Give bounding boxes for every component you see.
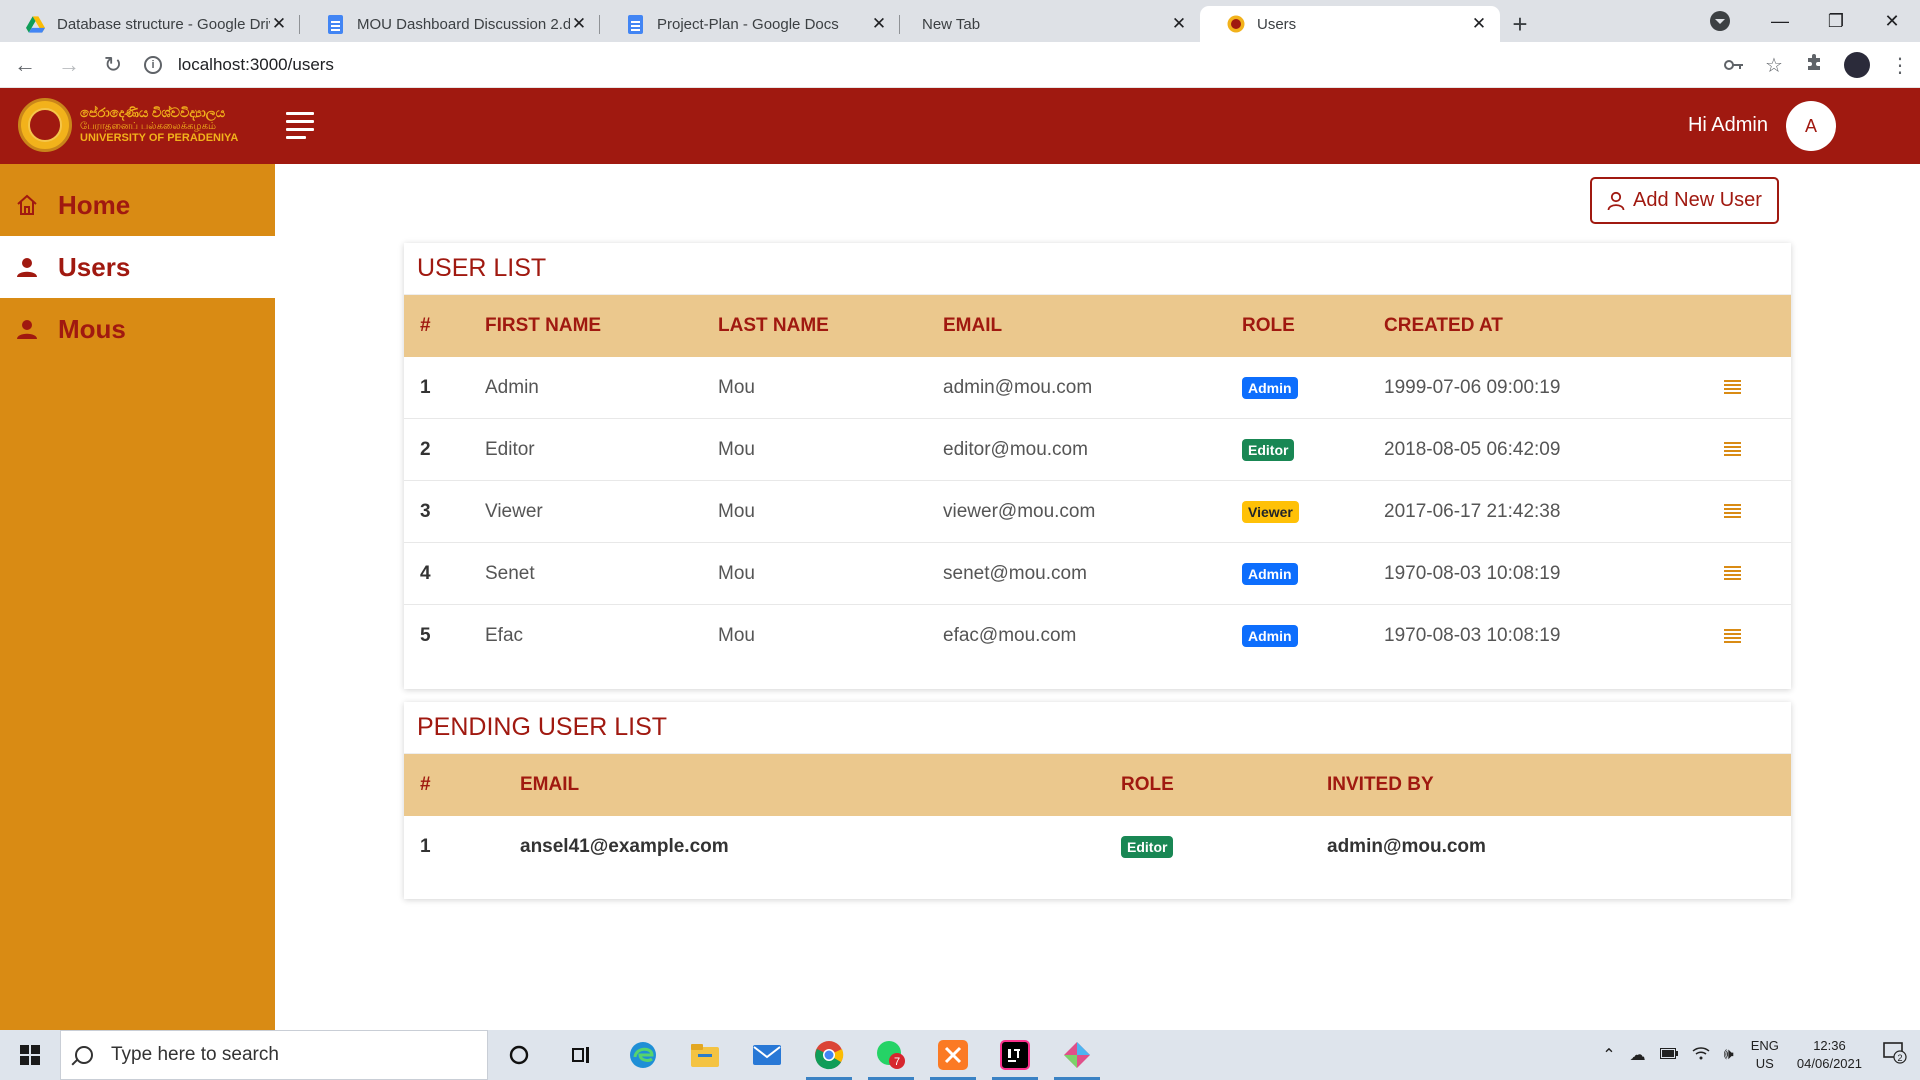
avatar[interactable]: A xyxy=(1786,101,1836,151)
restore-icon[interactable]: ❐ xyxy=(1808,11,1864,32)
whatsapp-icon[interactable]: 7 xyxy=(860,1030,922,1080)
status-badge: Admin xyxy=(1242,376,1298,399)
home-icon xyxy=(14,192,40,218)
user-greeting: Hi Admin xyxy=(1687,114,1768,136)
intellij-icon[interactable] xyxy=(984,1030,1046,1080)
back-icon[interactable]: ← xyxy=(6,46,44,84)
sidebar-item-users[interactable]: Users xyxy=(0,236,275,298)
university-favicon xyxy=(1226,15,1245,34)
table-row[interactable]: 5 Efac Mou efac@mou.com Admin 1970-08-03… xyxy=(404,605,1791,667)
user-icon xyxy=(14,254,40,280)
browser-tab[interactable]: Database structure - Google Driv ✕ xyxy=(0,6,300,42)
clock[interactable]: 12:36 04/06/2021 xyxy=(1797,1037,1862,1072)
status-badge: Editor xyxy=(1242,438,1295,461)
file-explorer-icon[interactable] xyxy=(674,1030,736,1080)
sidebar-item-home[interactable]: Home xyxy=(0,174,275,236)
table-row[interactable]: 1 ansel41@example.com Editor admin@mou.c… xyxy=(404,816,1791,878)
address-bar[interactable]: i localhost:3000/users xyxy=(144,47,1684,83)
whatsapp-badge-count: 7 xyxy=(894,1056,900,1068)
row-menu-icon[interactable] xyxy=(1724,504,1741,519)
forward-icon[interactable]: → xyxy=(50,46,88,84)
sidebar: Home Users Mous xyxy=(0,164,275,1030)
xampp-icon[interactable] xyxy=(922,1030,984,1080)
git-kraken-icon[interactable] xyxy=(1046,1030,1108,1080)
google-drive-icon xyxy=(26,15,45,34)
row-menu-icon[interactable] xyxy=(1724,442,1741,457)
browser-tab-active[interactable]: Users ✕ xyxy=(1200,6,1500,42)
close-tab-icon[interactable]: ✕ xyxy=(1170,14,1188,34)
mail-icon[interactable] xyxy=(736,1030,798,1080)
close-tab-icon[interactable]: ✕ xyxy=(570,14,588,34)
status-badge: Admin xyxy=(1242,562,1298,585)
hamburger-menu-icon[interactable] xyxy=(286,112,314,139)
user-outline-icon xyxy=(1607,191,1625,211)
profile-avatar[interactable] xyxy=(1844,52,1870,78)
kebab-menu-icon[interactable]: ⋮ xyxy=(1880,53,1920,78)
url-text[interactable]: localhost:3000/users xyxy=(178,55,334,75)
volume-icon[interactable]: 🕪 xyxy=(1724,1046,1734,1064)
close-tab-icon[interactable]: ✕ xyxy=(1470,14,1488,34)
onedrive-icon[interactable]: ☁ xyxy=(1630,1045,1646,1065)
table-row[interactable]: 2 Editor Mou editor@mou.com Editor 2018-… xyxy=(404,419,1791,481)
browser-tab[interactable]: New Tab ✕ xyxy=(900,6,1200,42)
status-badge: Viewer xyxy=(1242,500,1299,523)
row-menu-icon[interactable] xyxy=(1724,380,1741,395)
battery-icon[interactable] xyxy=(1659,1046,1678,1064)
window-controls: — ❐ ✕ xyxy=(1710,0,1920,42)
bookmark-star-icon[interactable]: ☆ xyxy=(1754,53,1794,78)
pending-table-header: # EMAIL ROLE INVITED BY xyxy=(404,754,1791,816)
taskbar-search-input[interactable]: Type here to search xyxy=(60,1030,488,1080)
close-tab-icon[interactable]: ✕ xyxy=(870,14,888,34)
status-badge: Admin xyxy=(1242,625,1298,647)
tab-search-icon[interactable] xyxy=(1710,11,1730,31)
language-indicator[interactable]: ENG US xyxy=(1751,1037,1779,1072)
sidebar-item-mous[interactable]: Mous xyxy=(0,298,275,360)
user-table-header: # FIRST NAME LAST NAME EMAIL ROLE CREATE… xyxy=(404,295,1791,357)
row-menu-icon[interactable] xyxy=(1724,566,1741,581)
notification-count: 2 xyxy=(1897,1053,1902,1063)
wifi-icon[interactable] xyxy=(1692,1046,1710,1065)
pending-list-title: PENDING USER LIST xyxy=(404,702,1791,754)
chrome-icon[interactable] xyxy=(798,1030,860,1080)
add-user-button[interactable]: Add New User xyxy=(1590,177,1779,224)
browser-toolbar: ← → ↻ i localhost:3000/users ☆ ⋮ xyxy=(0,42,1920,88)
extensions-icon[interactable] xyxy=(1794,53,1834,77)
google-docs-icon xyxy=(626,14,645,34)
close-window-icon[interactable]: ✕ xyxy=(1864,11,1920,32)
browser-tab-bar: Database structure - Google Driv ✕ MOU D… xyxy=(0,0,1920,42)
app-header: පේරාදෙණිය විශ්වවිද්‍යාලය பேராதனைப் பல்கல… xyxy=(0,88,1920,164)
university-seal-icon xyxy=(18,98,72,152)
table-row[interactable]: 4 Senet Mou senet@mou.com Admin 1970-08-… xyxy=(404,543,1791,605)
task-view-icon[interactable] xyxy=(550,1030,612,1080)
pending-user-list-card: PENDING USER LIST # EMAIL ROLE INVITED B… xyxy=(404,702,1791,899)
chevron-up-icon[interactable]: ⌃ xyxy=(1602,1045,1615,1065)
key-icon[interactable] xyxy=(1714,54,1754,77)
notification-center-icon[interactable]: 2 xyxy=(1880,1041,1910,1069)
new-tab-button[interactable]: + xyxy=(1500,6,1540,42)
university-logo[interactable]: පේරාදෙණිය විශ්වවිද්‍යාලය பேராதனைப் பல்கல… xyxy=(18,98,238,152)
user-list-card: USER LIST # FIRST NAME LAST NAME EMAIL R… xyxy=(404,243,1791,689)
cortana-icon[interactable] xyxy=(488,1030,550,1080)
toolbar-actions: ☆ ⋮ xyxy=(1714,42,1920,88)
reload-icon[interactable]: ↻ xyxy=(94,46,132,84)
table-row[interactable]: 1 Admin Mou admin@mou.com Admin 1999-07-… xyxy=(404,357,1791,419)
close-tab-icon[interactable]: ✕ xyxy=(270,14,288,34)
browser-tab[interactable]: MOU Dashboard Discussion 2.do ✕ xyxy=(300,6,600,42)
site-info-icon[interactable]: i xyxy=(144,55,162,74)
row-menu-icon[interactable] xyxy=(1724,628,1741,644)
user-icon xyxy=(14,316,40,342)
user-list-title: USER LIST xyxy=(404,243,1791,295)
edge-browser-icon[interactable] xyxy=(612,1030,674,1080)
system-tray: ⌃ ☁ 🕪 ENG US 12:36 04/06/2021 2 xyxy=(1595,1030,1920,1080)
minimize-icon[interactable]: — xyxy=(1752,11,1808,32)
browser-tab[interactable]: Project-Plan - Google Docs ✕ xyxy=(600,6,900,42)
table-row[interactable]: 3 Viewer Mou viewer@mou.com Viewer 2017-… xyxy=(404,481,1791,543)
windows-start-icon[interactable] xyxy=(0,1030,60,1080)
google-docs-icon xyxy=(326,14,345,34)
windows-taskbar: Type here to search 7 ⌃ ☁ 🕪 ENG US 12:36… xyxy=(0,1030,1920,1080)
status-badge: Editor xyxy=(1121,836,1174,858)
search-icon xyxy=(75,1046,93,1064)
